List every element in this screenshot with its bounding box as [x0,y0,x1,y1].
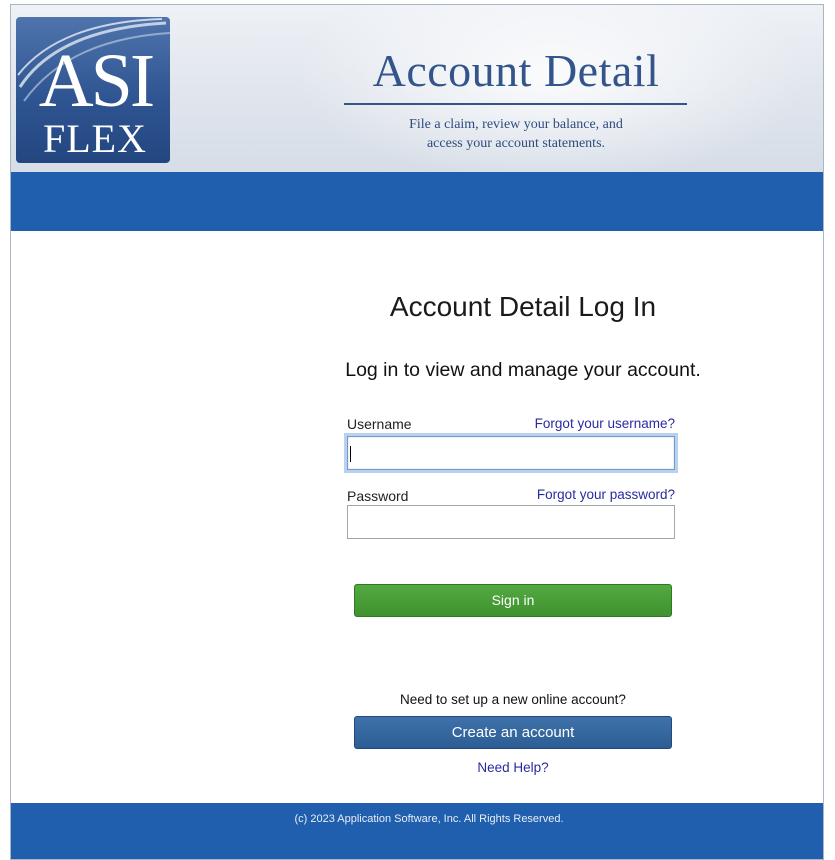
need-help-link[interactable]: Need Help? [451,759,575,777]
login-title: Account Detail Log In [389,291,657,322]
password-label: Password [347,488,409,504]
page-frame: ASI FLEX Account Detail File a claim, re… [10,4,824,860]
header-subtitle-line2: access your account statements. [426,136,606,151]
header-title: Account Detail [372,45,660,96]
logo-flex-text: FLEX [43,116,147,161]
forgot-username-link[interactable]: Forgot your username? [491,415,675,433]
footer-copyright: (c) 2023 Application Software, Inc. All … [294,813,564,825]
username-input[interactable] [347,436,675,470]
username-label: Username [347,416,412,432]
create-account-button[interactable]: Create an account [354,716,672,749]
forgot-password-link[interactable]: Forgot your password? [491,486,675,504]
header-subtitle-line1: File a claim, review your balance, and [409,117,623,132]
new-account-prompt: Need to set up a new online account? [400,692,626,707]
text-caret [350,446,351,462]
asi-flex-logo: ASI FLEX [16,17,170,163]
password-input[interactable] [347,505,675,539]
login-subtitle: Log in to view and manage your account. [345,359,701,381]
sign-in-button[interactable]: Sign in [354,584,672,617]
header-nav-bar [11,172,823,231]
logo-asi-text: ASI [38,39,155,123]
page-header: ASI FLEX Account Detail File a claim, re… [11,5,823,172]
header-divider [344,103,687,105]
header-subtitle: File a claim, review your balance, and a… [341,115,691,153]
